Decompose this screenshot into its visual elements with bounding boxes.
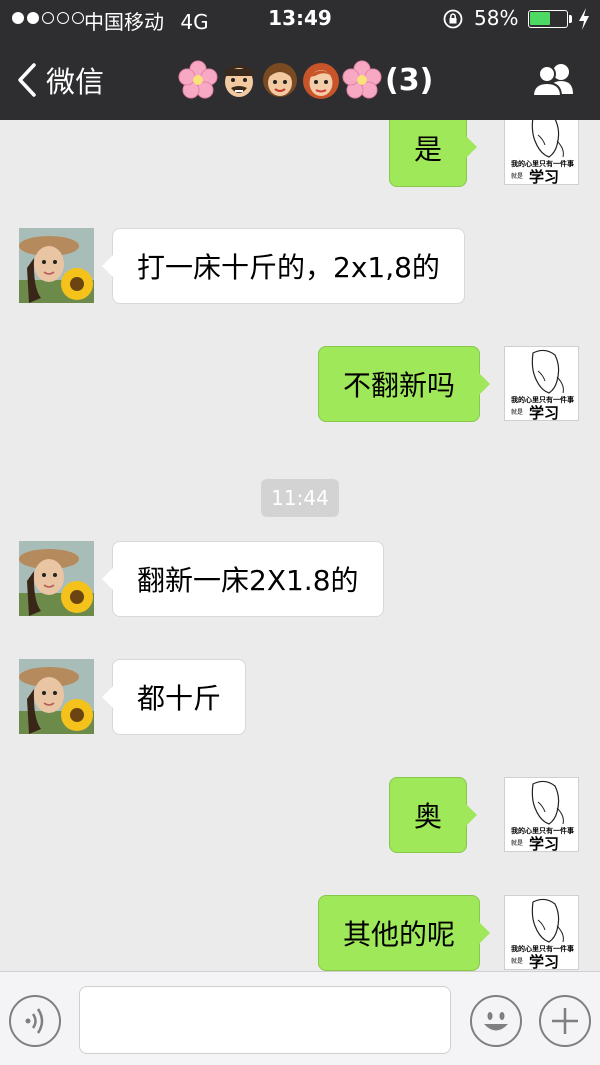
battery-fill: [530, 12, 550, 25]
my-avatar[interactable]: 我的心里只有一件事 就是 学习: [504, 777, 579, 852]
girl-face-icon: [263, 63, 297, 97]
group-members-icon[interactable]: [530, 60, 578, 100]
my-avatar[interactable]: 我的心里只有一件事 就是 学习: [504, 120, 579, 185]
message-text: 其他的呢: [343, 918, 456, 951]
voice-input-button[interactable]: [9, 995, 61, 1047]
meme-small: 就是: [511, 958, 524, 965]
avatar-photo: [19, 541, 94, 616]
plus-icon: [552, 1008, 578, 1034]
chat-title: (3): [178, 58, 433, 102]
chevron-left-icon: [18, 63, 36, 97]
message-list[interactable]: 是 我的心里只有一件事 就是 学习 打一床十斤的，2x1,8的 不翻新吗 我的心…: [0, 120, 600, 971]
meme-big: 学习: [529, 835, 560, 852]
message-bubble-outgoing[interactable]: 其他的呢: [318, 895, 491, 971]
message-text: 奥: [414, 800, 443, 833]
voice-icon: [25, 1008, 44, 1034]
top-bar: 中国移动 4G 13:49 58% 微信 (3): [0, 0, 600, 120]
message-bubble-outgoing[interactable]: 不翻新吗: [318, 346, 491, 422]
message-bubble-incoming[interactable]: 打一床十斤的，2x1,8的: [102, 228, 465, 304]
battery-tip: [569, 15, 572, 23]
my-avatar[interactable]: 我的心里只有一件事 就是 学习: [504, 346, 579, 421]
message-text: 是: [414, 133, 443, 166]
cherry-blossom-icon: [178, 60, 218, 99]
battery-percent: 58%: [474, 6, 519, 30]
back-button[interactable]: 微信: [16, 58, 104, 102]
avatar-photo: [19, 228, 94, 303]
message-text: 打一床十斤的，2x1,8的: [137, 251, 440, 284]
meme-small: 就是: [511, 840, 524, 847]
battery-icon: [528, 10, 568, 28]
man-face-icon: [225, 65, 253, 97]
smiley-icon: [484, 1012, 508, 1031]
message-text: 都十斤: [137, 682, 222, 715]
message-text: 不翻新吗: [343, 369, 456, 402]
meme-small: 就是: [511, 173, 524, 180]
more-options-button[interactable]: [539, 995, 591, 1047]
input-bar: [0, 971, 600, 1065]
rotation-lock-icon: [443, 9, 463, 29]
timestamp-divider: 11:44: [261, 479, 339, 517]
meme-big: 学习: [529, 404, 560, 421]
contact-avatar[interactable]: [19, 659, 94, 734]
back-label: 微信: [46, 65, 105, 99]
emoji-button[interactable]: [470, 995, 522, 1047]
meme-big: 学习: [529, 953, 560, 970]
charging-bolt-icon: [579, 8, 589, 30]
cherry-blossom-icon: [342, 60, 382, 99]
message-bubble-incoming[interactable]: 都十斤: [101, 659, 247, 735]
message-bubble-incoming[interactable]: 翻新一床2X1.8的: [102, 541, 384, 617]
status-bar: 中国移动 4G 13:49 58%: [0, 0, 600, 38]
message-bubble-outgoing[interactable]: 奥: [389, 777, 478, 853]
avatar-photo: [19, 659, 94, 734]
member-count: (3): [385, 62, 434, 98]
my-avatar[interactable]: 我的心里只有一件事 就是 学习: [504, 895, 579, 970]
contact-avatar[interactable]: [19, 228, 94, 303]
meme-small: 就是: [511, 409, 524, 416]
message-bubble-outgoing[interactable]: 是: [389, 120, 478, 187]
message-input[interactable]: [79, 986, 451, 1054]
woman-face-icon: [303, 63, 339, 99]
meme-big: 学习: [529, 168, 560, 185]
message-text: 翻新一床2X1.8的: [137, 564, 359, 597]
contact-avatar[interactable]: [19, 541, 94, 616]
